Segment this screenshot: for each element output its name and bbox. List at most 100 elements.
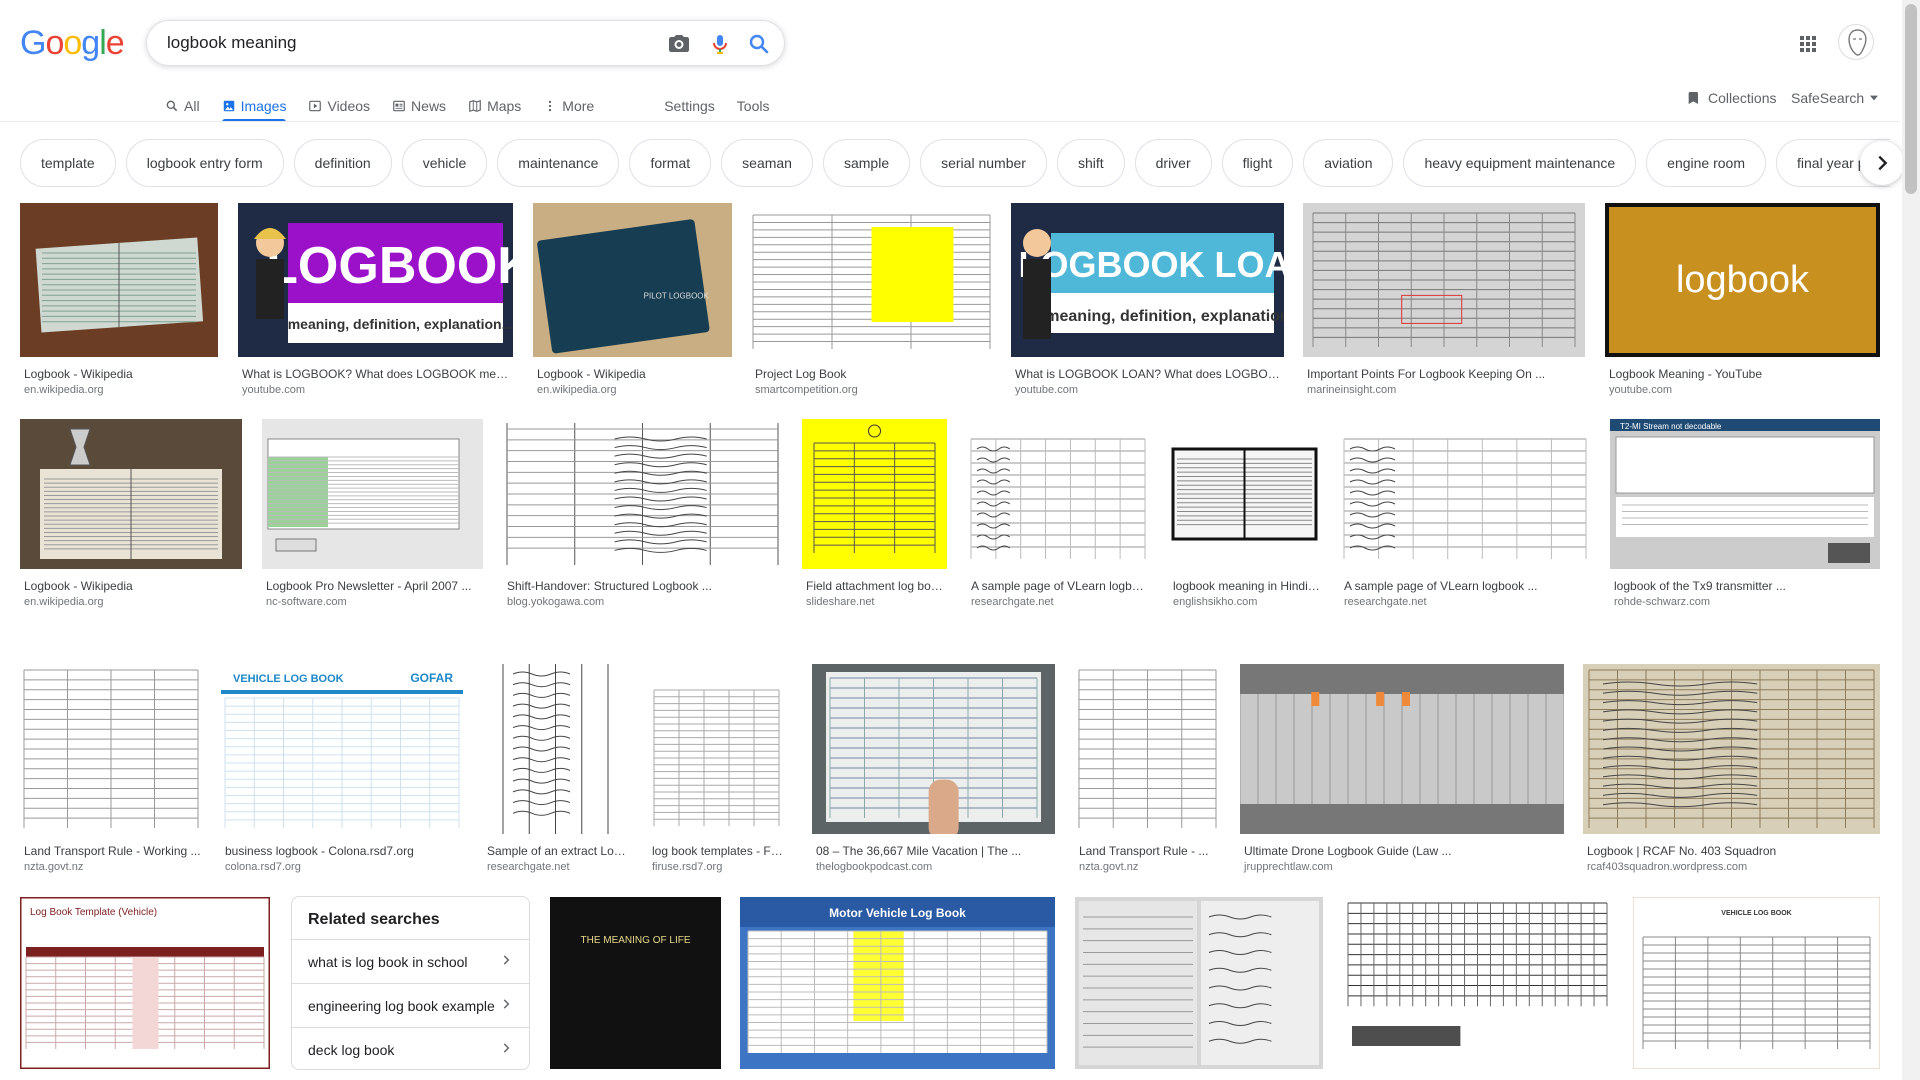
result-thumbnail[interactable] <box>20 419 242 569</box>
result-source[interactable]: colona.rsd7.org <box>221 861 463 873</box>
result-source[interactable]: researchgate.net <box>1340 596 1590 608</box>
tab-images[interactable]: Images <box>221 88 286 122</box>
chip-driver[interactable]: driver <box>1134 139 1212 187</box>
result-title[interactable]: Logbook - Wikipedia <box>533 367 732 381</box>
tab-maps[interactable]: Maps <box>468 88 521 122</box>
avatar[interactable] <box>1838 24 1874 60</box>
result-source[interactable]: rohde-schwarz.com <box>1610 596 1880 608</box>
result-title[interactable]: Shift-Handover: Structured Logbook ... <box>503 579 782 593</box>
result-thumbnail[interactable]: logbook <box>1605 203 1880 357</box>
result-source[interactable]: smartcompetition.org <box>751 384 992 396</box>
result-thumbnail[interactable]: THE MEANING OF LIFE <box>550 897 721 1069</box>
result-source[interactable]: marineinsight.com <box>1303 384 1585 396</box>
result-source[interactable]: thelogbookpodcast.com <box>812 861 1055 873</box>
tab-videos[interactable]: Videos <box>308 88 370 122</box>
result-title[interactable]: Logbook - Wikipedia <box>20 579 242 593</box>
image-result[interactable]: Important Points For Logbook Keeping On … <box>1303 203 1585 396</box>
result-thumbnail[interactable] <box>812 664 1055 834</box>
result-source[interactable]: rcaf403squadron.wordpress.com <box>1583 861 1880 873</box>
result-thumbnail[interactable] <box>1169 419 1320 569</box>
image-result[interactable]: Ultimate Drone Logbook Guide (Law ... jru… <box>1240 664 1564 873</box>
result-title[interactable]: What is LOGBOOK LOAN? What does LOGBOOK … <box>1011 367 1284 381</box>
result-thumbnail[interactable] <box>648 664 785 834</box>
image-result[interactable]: Land Transport Rule - Working ... nzta.go… <box>20 664 202 873</box>
result-source[interactable]: englishsikho.com <box>1169 596 1320 608</box>
result-source[interactable]: en.wikipedia.org <box>533 384 732 396</box>
related-search-item[interactable]: what is log book in school <box>292 939 529 983</box>
image-result[interactable]: Log Book Template (Vehicle) <box>20 897 270 1069</box>
image-result[interactable]: Field attachment log book ... slideshare.… <box>802 419 947 608</box>
result-thumbnail[interactable]: LOGBOOK meaning, definition, explanation.… <box>238 203 513 357</box>
image-result[interactable]: Motor Vehicle Log Book <box>740 897 1055 1069</box>
result-title[interactable]: Project Log Book <box>751 367 992 381</box>
chip-seaman[interactable]: seaman <box>721 139 813 187</box>
result-thumbnail[interactable]: VEHICLE LOG BOOK <box>1633 897 1880 1069</box>
result-thumbnail[interactable] <box>802 419 947 569</box>
image-result[interactable]: A sample page of VLearn logbook ... resea… <box>967 419 1149 608</box>
tools-link[interactable]: Tools <box>737 88 770 122</box>
result-source[interactable]: nc-software.com <box>262 596 483 608</box>
chip-definition[interactable]: definition <box>293 139 392 187</box>
result-title[interactable]: 08 – The 36,667 Mile Vacation | The ... <box>812 844 1055 858</box>
result-title[interactable]: Ultimate Drone Logbook Guide (Law ... <box>1240 844 1564 858</box>
result-source[interactable]: researchgate.net <box>483 861 628 873</box>
image-result[interactable]: Logbook - Wikipedia en.wikipedia.org <box>20 419 242 608</box>
result-title[interactable]: A sample page of VLearn logbook ... <box>1340 579 1590 593</box>
camera-icon[interactable] <box>667 32 691 56</box>
result-title[interactable]: Field attachment log book ... <box>802 579 947 593</box>
result-source[interactable]: youtube.com <box>1605 384 1880 396</box>
result-thumbnail[interactable] <box>1340 419 1590 569</box>
result-thumbnail[interactable]: Motor Vehicle Log Book <box>740 897 1055 1069</box>
result-thumbnail[interactable] <box>1075 897 1323 1069</box>
image-result[interactable]: PILOT LOGBOOK Logbook - Wikipedia en.wikip… <box>533 203 732 396</box>
result-title[interactable]: Land Transport Rule - Working ... <box>20 844 202 858</box>
image-result[interactable]: 08 – The 36,667 Mile Vacation | The ... t… <box>812 664 1055 873</box>
image-result[interactable]: Shift-Handover: Structured Logbook ... bl… <box>503 419 782 608</box>
result-thumbnail[interactable]: T2-MI Stream not decodable <box>1610 419 1880 569</box>
chip-format[interactable]: format <box>629 139 712 187</box>
result-thumbnail[interactable] <box>1240 664 1564 834</box>
result-title[interactable]: logbook of the Tx9 transmitter ... <box>1610 579 1880 593</box>
image-result[interactable]: LOGBOOK LOAN meaning, definition, explana… <box>1011 203 1284 396</box>
chip-heavy-equipment-maintenance[interactable]: heavy equipment maintenance <box>1403 139 1637 187</box>
result-thumbnail[interactable] <box>1583 664 1880 834</box>
search-box[interactable] <box>146 20 785 66</box>
result-source[interactable]: youtube.com <box>238 384 513 396</box>
chip-engine-room[interactable]: engine room <box>1646 139 1766 187</box>
result-source[interactable]: nzta.govt.nz <box>1075 861 1220 873</box>
safesearch-menu[interactable]: SafeSearch <box>1791 90 1879 106</box>
image-result[interactable]: logbook meaning in Hindi ... englishsikho… <box>1169 419 1320 608</box>
image-result[interactable]: T2-MI Stream not decodable logbook of the… <box>1610 419 1880 608</box>
microphone-icon[interactable] <box>708 32 732 56</box>
chip-vehicle[interactable]: vehicle <box>401 139 488 187</box>
result-title[interactable]: What is LOGBOOK? What does LOGBOOK mean … <box>238 367 513 381</box>
result-title[interactable]: Logbook - Wikipedia <box>20 367 218 381</box>
image-result[interactable]: logbook Logbook Meaning - YouTube youtube.… <box>1605 203 1880 396</box>
result-thumbnail[interactable]: LOGBOOK LOAN meaning, definition, explana… <box>1011 203 1284 357</box>
result-title[interactable]: Logbook | RCAF No. 403 Squadron <box>1583 844 1880 858</box>
image-result[interactable]: Logbook Pro Newsletter - April 2007 ... n… <box>262 419 483 608</box>
result-source[interactable]: nzta.govt.nz <box>20 861 202 873</box>
result-source[interactable]: firuse.rsd7.org <box>648 861 785 873</box>
result-thumbnail[interactable]: Log Book Template (Vehicle) <box>20 897 270 1069</box>
result-title[interactable]: Land Transport Rule - ... <box>1075 844 1220 858</box>
result-thumbnail[interactable] <box>20 203 218 357</box>
image-result[interactable]: Logbook | RCAF No. 403 Squadron rcaf403sq… <box>1583 664 1880 873</box>
result-thumbnail[interactable] <box>20 664 202 834</box>
result-title[interactable]: log book templates - Free ... <box>648 844 785 858</box>
settings-link[interactable]: Settings <box>664 88 715 122</box>
result-thumbnail[interactable] <box>483 664 628 834</box>
result-source[interactable]: en.wikipedia.org <box>20 596 242 608</box>
image-result[interactable]: THE MEANING OF LIFE <box>550 897 721 1069</box>
result-source[interactable]: youtube.com <box>1011 384 1284 396</box>
image-result[interactable]: log book templates - Free ... firuse.rsd7… <box>648 664 785 873</box>
result-thumbnail[interactable] <box>967 419 1149 569</box>
image-result[interactable]: Sample of an extract Logbook ... research… <box>483 664 628 873</box>
result-source[interactable]: jrupprechtlaw.com <box>1240 861 1564 873</box>
result-title[interactable]: Logbook Meaning - YouTube <box>1605 367 1880 381</box>
result-thumbnail[interactable]: PILOT LOGBOOK <box>533 203 732 357</box>
chip-serial-number[interactable]: serial number <box>920 139 1047 187</box>
result-title[interactable]: A sample page of VLearn logbook ... <box>967 579 1149 593</box>
result-title[interactable]: Sample of an extract Logbook ... <box>483 844 628 858</box>
chip-maintenance[interactable]: maintenance <box>497 139 620 187</box>
